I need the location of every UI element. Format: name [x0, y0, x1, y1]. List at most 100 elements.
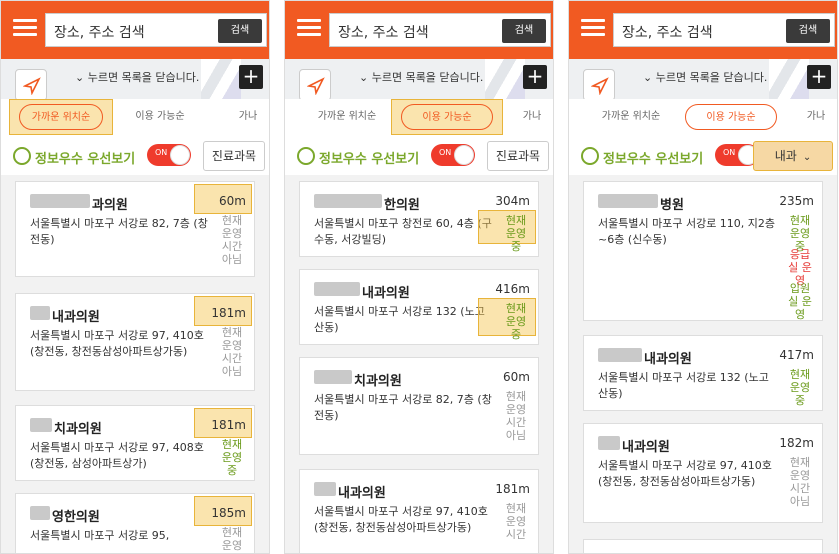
add-button[interactable]: + [807, 65, 831, 89]
location-arrow-icon [23, 77, 41, 95]
address: 서울특별시 마포구 서강로 97, 408호 (창전동, 삼성아파트상가) [30, 441, 204, 470]
locate-button[interactable] [299, 69, 331, 101]
sort-bar: 가까운 위치순 이용 가능순 가나 [1, 99, 269, 137]
address: 서울특별시 마포구 서강로 110, 지2층~6층 (신수동) [598, 217, 776, 246]
clinic-name: 내과의원 [52, 310, 100, 325]
address: 서울특별시 마포구 서강로 95, [30, 529, 170, 542]
clinic-name: 내과의원 [362, 286, 410, 301]
app-panel-department-filter: 장소, 주소 검색 검색 ⌄ 누르면 목록을 닫습니다. + 가까운 위치순 이… [568, 0, 838, 554]
search-input[interactable]: 장소, 주소 검색 검색 [613, 13, 835, 47]
department-button[interactable]: 진료과목 [487, 141, 549, 171]
redacted-name [598, 194, 658, 208]
toggle-knob [170, 145, 190, 165]
redacted-name [314, 194, 382, 208]
list-item[interactable]: 한의원 304m 서울특별시 마포구 창전로 60, 4층 (구수동, 서강빌딩… [299, 181, 539, 257]
toggle-on-label: ON [155, 148, 168, 157]
address: 서울특별시 마포구 서강로 97, 410호 (창전동, 창전동삼성아파트상가동… [30, 329, 204, 358]
tab-alphabetical[interactable]: 가나 [801, 104, 831, 130]
department-select[interactable]: 내과 ⌄ [753, 141, 833, 171]
status: 현재 운영중 [221, 438, 243, 477]
redacted-name [30, 506, 50, 520]
tab-alphabetical[interactable]: 가나 [233, 104, 263, 130]
list-item[interactable]: 영한의원 185m 서울특별시 마포구 서강로 95, 현재 운영 [15, 493, 255, 553]
redacted-name [314, 482, 336, 496]
locate-button[interactable] [15, 69, 47, 101]
close-list-toggle[interactable]: ⌄ 누르면 목록을 닫습니다. [643, 69, 793, 89]
list-item[interactable]: 내과의원 417m 서울특별시 마포구 서강로 132 (노고산동) 현재 운영… [583, 335, 823, 411]
tab-nearest[interactable]: 가까운 위치순 [593, 104, 669, 130]
address: 서울특별시 마포구 서강로 132 (노고산동) [314, 305, 485, 334]
tab-alphabetical[interactable]: 가나 [517, 104, 547, 130]
pref-toggle[interactable]: ON [147, 144, 191, 166]
distance: 181m [211, 306, 246, 320]
search-placeholder: 장소, 주소 검색 [54, 25, 145, 41]
redacted-name [314, 370, 352, 384]
tab-nearest[interactable]: 가까운 위치순 [309, 104, 385, 130]
list-item[interactable]: 병원 235m 서울특별시 마포구 서강로 110, 지2층~6층 (신수동) … [583, 181, 823, 321]
status: 현재 운영중 [505, 302, 527, 341]
top-bar: 장소, 주소 검색 검색 [1, 1, 269, 59]
status: 현재 운영 시간 [505, 502, 527, 541]
add-button[interactable]: + [523, 65, 547, 89]
department-button[interactable]: 진료과목 [203, 141, 265, 171]
screenshot-comparison: 장소, 주소 검색 검색 ⌄ 누르면 목록을 닫습니다. + 가까운 위치순 이… [0, 0, 839, 554]
sort-bar: 가까운 위치순 이용 가능순 가나 [285, 99, 553, 137]
distance: 416m [495, 282, 530, 296]
status: 현재 운영 [221, 526, 243, 552]
close-list-toggle[interactable]: ⌄ 누르면 목록을 닫습니다. [75, 69, 225, 89]
department-value: 내과 [774, 149, 797, 163]
locate-button[interactable] [583, 69, 615, 101]
pref-label: 정보우수 우선보기 [35, 152, 136, 167]
clinic-name: 한의원 [384, 198, 420, 213]
clinic-name: 치과의원 [354, 374, 402, 389]
clinic-name: 과의원 [92, 198, 128, 213]
search-input[interactable]: 장소, 주소 검색 검색 [45, 13, 267, 47]
tab-available[interactable]: 이용 가능순 [401, 104, 493, 130]
clinic-name: 내과의원 [622, 440, 670, 455]
pref-label: 정보우수 우선보기 [603, 152, 704, 167]
list-item[interactable]: 내과의원 181m 서울특별시 마포구 서강로 97, 410호 (창전동, 창… [15, 293, 255, 391]
close-list-toggle[interactable]: ⌄ 누르면 목록을 닫습니다. [359, 69, 509, 89]
hamburger-menu-icon[interactable] [581, 19, 605, 37]
list-item[interactable]: 내과의원 416m 서울특별시 마포구 서강로 132 (노고산동) 현재 운영… [299, 269, 539, 345]
list-item[interactable]: 치과의원 60m 서울특별시 마포구 서강로 82, 7층 (창전동) 현재 운… [299, 357, 539, 455]
tab-nearest[interactable]: 가까운 위치순 [19, 104, 103, 130]
address: 서울특별시 마포구 서강로 82, 7층 (창전동) [30, 217, 208, 246]
hamburger-menu-icon[interactable] [13, 19, 37, 37]
add-button[interactable]: + [239, 65, 263, 89]
search-button[interactable]: 검색 [502, 19, 546, 43]
address: 서울특별시 마포구 서강로 82, 7층 (창전동) [314, 393, 492, 422]
list-item[interactable]: 치과의원 181m 서울특별시 마포구 서강로 97, 408호 (창전동, 삼… [15, 405, 255, 481]
address: 서울특별시 마포구 서강로 97, 410호 (창전동, 창전동삼성아파트상가동… [314, 505, 488, 534]
redacted-name [30, 306, 50, 320]
location-arrow-icon [307, 77, 325, 95]
redacted-name [598, 348, 642, 362]
top-bar: 장소, 주소 검색 검색 [569, 1, 837, 59]
hamburger-menu-icon[interactable] [297, 19, 321, 37]
search-button[interactable]: 검색 [786, 19, 830, 43]
list-item[interactable]: 내과의원 181m 서울특별시 마포구 서강로 97, 410호 (창전동, 창… [299, 469, 539, 553]
thumbs-up-icon [297, 147, 315, 165]
app-panel-distance-sort: 장소, 주소 검색 검색 ⌄ 누르면 목록을 닫습니다. + 가까운 위치순 이… [0, 0, 270, 554]
preference-bar: 정보우수 우선보기 ON 진료과목 [1, 137, 269, 175]
search-button[interactable]: 검색 [218, 19, 262, 43]
status: 현재 운영 시간 아님 [221, 214, 243, 266]
list-item[interactable]: 내과의원 182m 서울특별시 마포구 서강로 97, 410호 (창전동, 창… [583, 423, 823, 523]
search-input[interactable]: 장소, 주소 검색 검색 [329, 13, 551, 47]
clinic-name: 내과의원 [644, 352, 692, 367]
status: 현재 운영 시간 아님 [221, 326, 243, 378]
distance: 417m [779, 348, 814, 362]
status: 현재 운영중 [789, 368, 811, 407]
redacted-name [30, 194, 90, 208]
tab-available[interactable]: 이용 가능순 [125, 104, 195, 130]
redacted-name [314, 282, 360, 296]
toggle-on-label: ON [723, 148, 736, 157]
list-item[interactable]: 과의원 60m 서울특별시 마포구 서강로 82, 7층 (창전동) 현재 운영… [15, 181, 255, 277]
address: 서울특별시 마포구 서강로 132 (노고산동) [598, 371, 769, 400]
pref-toggle[interactable]: ON [431, 144, 475, 166]
tab-available[interactable]: 이용 가능순 [685, 104, 777, 130]
distance: 181m [495, 482, 530, 496]
address: 서울특별시 마포구 서강로 97, 410호 (창전동, 창전동삼성아파트상가동… [598, 459, 772, 488]
list-item[interactable] [583, 539, 823, 553]
location-arrow-icon [591, 77, 609, 95]
